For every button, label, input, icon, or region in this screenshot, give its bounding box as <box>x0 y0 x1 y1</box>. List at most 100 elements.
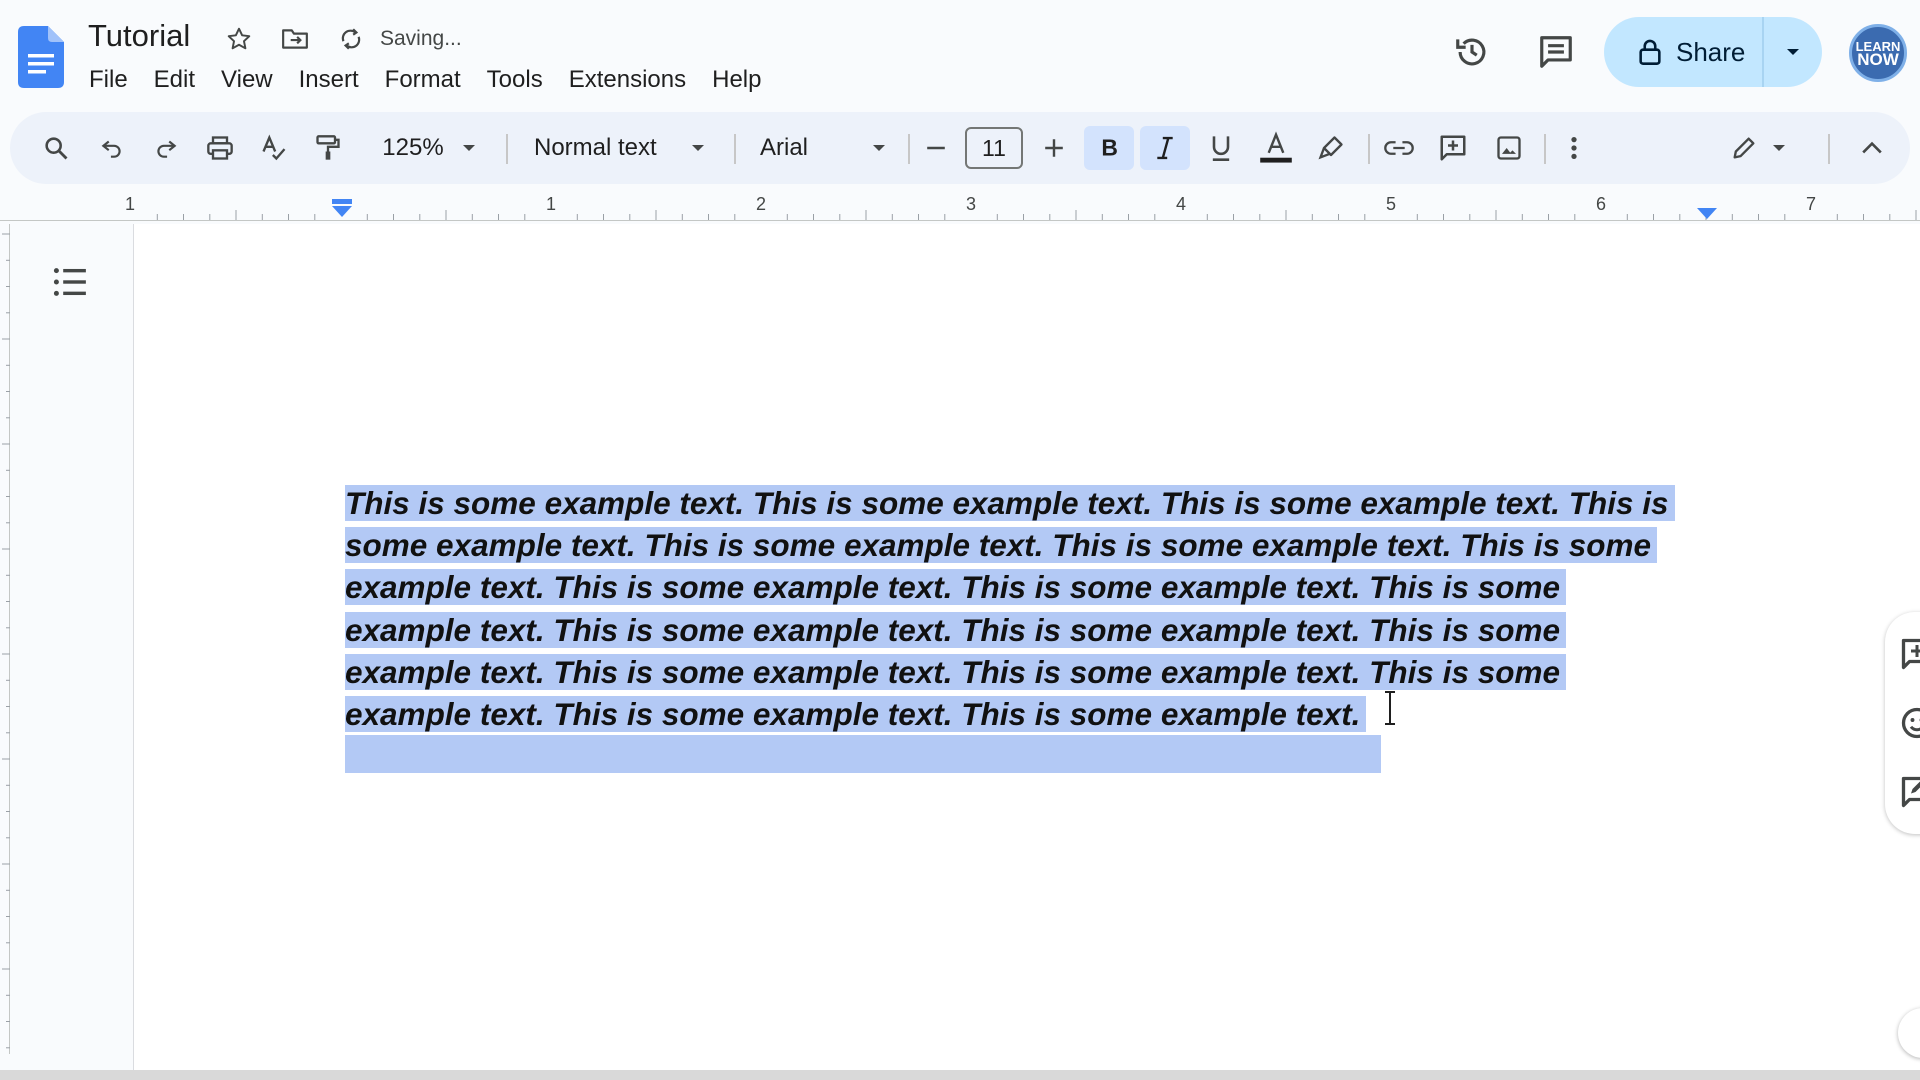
menu-format[interactable]: Format <box>372 64 474 96</box>
search-menus-button[interactable] <box>34 126 78 170</box>
toolbar: 125% Normal text Arial 11 B <box>10 112 1910 184</box>
search-icon <box>45 137 68 160</box>
horizontal-scrollbar[interactable] <box>0 1070 1920 1080</box>
style-value: Normal text <box>534 134 657 161</box>
vertical-ruler[interactable] <box>0 224 10 1054</box>
toolbar-separator <box>1368 134 1370 164</box>
style-select[interactable]: Normal text <box>520 126 720 170</box>
chevron-up-icon <box>1862 141 1882 154</box>
lock-icon <box>1639 39 1661 65</box>
more-options-button[interactable] <box>1554 126 1594 170</box>
svg-text:B: B <box>1101 136 1118 160</box>
more-vert-icon <box>1571 136 1577 160</box>
version-history-button[interactable] <box>1444 24 1500 80</box>
zoom-value: 125% <box>382 134 444 161</box>
save-status: Saving... <box>380 27 462 50</box>
font-select[interactable]: Arial <box>748 126 898 170</box>
ruler-label: 1 <box>546 194 557 214</box>
ibeam-cursor-icon <box>1385 691 1395 725</box>
move-folder-icon[interactable] <box>280 24 310 54</box>
paint-format-icon <box>316 135 340 160</box>
caret-down-icon <box>1773 145 1785 151</box>
ruler-baseline <box>0 220 1920 221</box>
ruler-ticks <box>156 210 1917 220</box>
share-dropdown-button[interactable] <box>1764 17 1822 87</box>
right-indent-marker-icon[interactable] <box>1697 208 1717 220</box>
toolbar-separator <box>506 134 508 164</box>
vertical-ruler-ticks <box>2 233 10 1049</box>
text-line-content: example text. This is some example text.… <box>345 569 1566 606</box>
print-button[interactable] <box>198 126 242 170</box>
text-line: example text. This is some example text.… <box>345 609 1695 651</box>
underline-icon <box>1212 136 1230 161</box>
text-line: example text. This is some example text.… <box>345 693 1695 735</box>
outline-list-icon <box>53 268 86 296</box>
share-button[interactable]: Share <box>1604 17 1822 87</box>
emoji-reaction-icon[interactable] <box>1899 705 1920 741</box>
menu-edit[interactable]: Edit <box>141 64 208 96</box>
highlighter-icon <box>1318 136 1343 160</box>
horizontal-ruler[interactable]: 1 1 2 3 4 5 6 7 <box>0 190 1920 224</box>
avatar[interactable]: LEARN NOW <box>1849 24 1907 82</box>
avatar-text-2: NOW <box>1857 49 1899 69</box>
add-comment-icon <box>1440 135 1466 161</box>
text-line: example text. This is some example text.… <box>345 566 1695 608</box>
share-label: Share <box>1676 36 1746 67</box>
star-icon[interactable] <box>224 24 254 54</box>
redo-icon <box>157 140 177 158</box>
highlight-color-button[interactable] <box>1308 126 1354 170</box>
header-bar: Tutorial Saving... File Edit View Insert… <box>0 0 1920 110</box>
suggest-edits-icon[interactable] <box>1899 774 1920 810</box>
menu-file[interactable]: File <box>76 64 141 96</box>
italic-button[interactable] <box>1140 126 1190 170</box>
link-icon <box>1384 141 1414 155</box>
share-main-button[interactable]: Share <box>1604 17 1764 87</box>
document-title[interactable]: Tutorial <box>88 18 190 54</box>
menu-insert[interactable]: Insert <box>286 64 372 96</box>
increase-font-size-button[interactable] <box>1034 126 1074 170</box>
comments-button[interactable] <box>1528 24 1584 80</box>
add-comment-button[interactable] <box>1430 126 1476 170</box>
selection-highlight-tail <box>345 735 1381 773</box>
bold-icon: B <box>1101 136 1118 160</box>
bold-button[interactable]: B <box>1084 126 1134 170</box>
text-line-content: This is some example text. This is some … <box>345 485 1675 521</box>
paint-format-button[interactable] <box>306 126 350 170</box>
undo-button[interactable] <box>90 126 134 170</box>
redo-button[interactable] <box>144 126 188 170</box>
ruler-label: 2 <box>756 194 767 214</box>
document-outline-button[interactable] <box>46 262 94 302</box>
history-icon <box>1456 38 1486 66</box>
toolbar-separator <box>908 134 910 164</box>
menu-extensions[interactable]: Extensions <box>556 64 699 96</box>
document-body[interactable]: This is some example text. This is some … <box>345 482 1695 735</box>
caret-down-icon <box>873 145 885 151</box>
hide-menus-button[interactable] <box>1852 126 1892 170</box>
editing-mode-button[interactable] <box>1720 126 1796 170</box>
ruler-label: 3 <box>966 194 977 214</box>
docs-logo-icon[interactable] <box>18 26 64 88</box>
plus-icon <box>1045 139 1063 157</box>
spelling-button[interactable] <box>252 126 296 170</box>
menu-help[interactable]: Help <box>699 64 774 96</box>
zoom-select[interactable]: 125% <box>364 126 494 170</box>
font-size-input[interactable]: 11 <box>965 127 1023 169</box>
add-comment-side-icon[interactable] <box>1899 636 1920 672</box>
ruler-label: 6 <box>1596 194 1607 214</box>
menu-view[interactable]: View <box>208 64 286 96</box>
toolbar-separator <box>734 134 736 164</box>
text-color-button[interactable] <box>1250 126 1302 170</box>
left-indent-marker-icon[interactable] <box>331 199 353 219</box>
undo-icon <box>101 140 121 158</box>
underline-button[interactable] <box>1198 126 1244 170</box>
insert-link-button[interactable] <box>1376 126 1422 170</box>
text-line-content: some example text. This is some example … <box>345 527 1658 564</box>
toolbar-separator <box>1828 134 1830 164</box>
sync-icon <box>336 24 366 54</box>
ruler-label: 4 <box>1176 194 1187 214</box>
decrease-font-size-button[interactable] <box>916 126 956 170</box>
text-line-content: example text. This is some example text.… <box>345 611 1566 648</box>
minus-icon <box>927 146 945 150</box>
menu-tools[interactable]: Tools <box>474 64 556 96</box>
insert-image-button[interactable] <box>1486 126 1532 170</box>
